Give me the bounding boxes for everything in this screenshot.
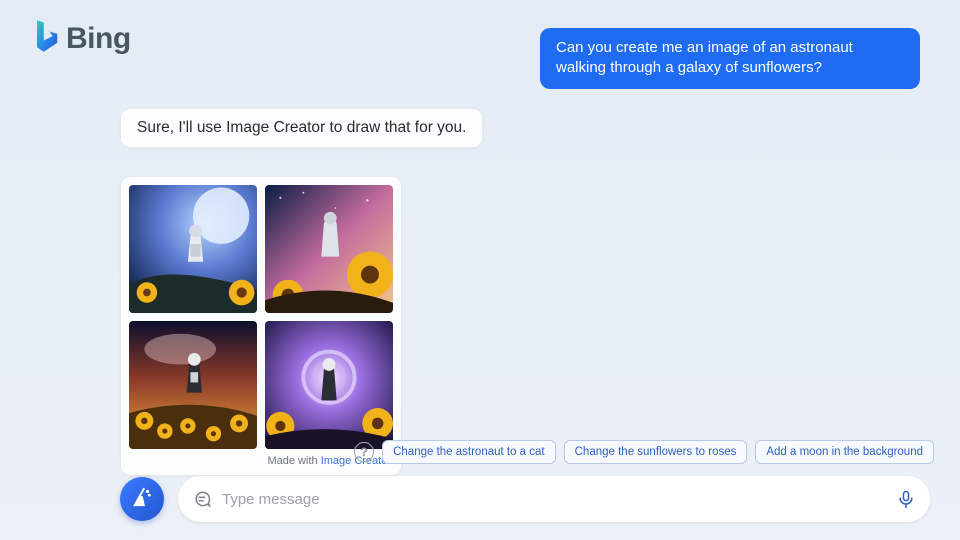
suggestion-chip-1[interactable]: Change the astronaut to a cat [382, 440, 556, 464]
user-message-text: Can you create me an image of an astrona… [556, 39, 853, 76]
broom-icon [131, 486, 153, 513]
microphone-icon[interactable] [896, 489, 916, 509]
chat-area: Can you create me an image of an astrona… [120, 28, 930, 452]
help-icon[interactable]: ? [354, 442, 374, 462]
suggestion-chip-3[interactable]: Add a moon in the background [755, 440, 934, 464]
bot-message: Sure, I'll use Image Creator to draw tha… [120, 108, 483, 148]
suggestion-chips: ? Change the astronaut to a cat Change t… [354, 440, 934, 464]
composer [120, 476, 930, 522]
image-results-card: Made with Image Creator [120, 176, 402, 476]
bot-message-text: Sure, I'll use Image Creator to draw tha… [137, 119, 466, 136]
chat-bubble-icon [192, 489, 212, 509]
new-topic-button[interactable] [120, 477, 164, 521]
user-message: Can you create me an image of an astrona… [540, 28, 920, 89]
bing-logo[interactable]: Bing [32, 18, 131, 59]
generated-image-2[interactable] [265, 185, 393, 313]
message-input[interactable] [222, 491, 896, 508]
bing-logo-icon [32, 18, 60, 59]
attribution-prefix: Made with [267, 455, 320, 467]
generated-image-1[interactable] [129, 185, 257, 313]
message-input-container [178, 476, 930, 522]
suggestion-chip-2[interactable]: Change the sunflowers to roses [564, 440, 748, 464]
generated-image-3[interactable] [129, 321, 257, 449]
generated-image-4[interactable] [265, 321, 393, 449]
